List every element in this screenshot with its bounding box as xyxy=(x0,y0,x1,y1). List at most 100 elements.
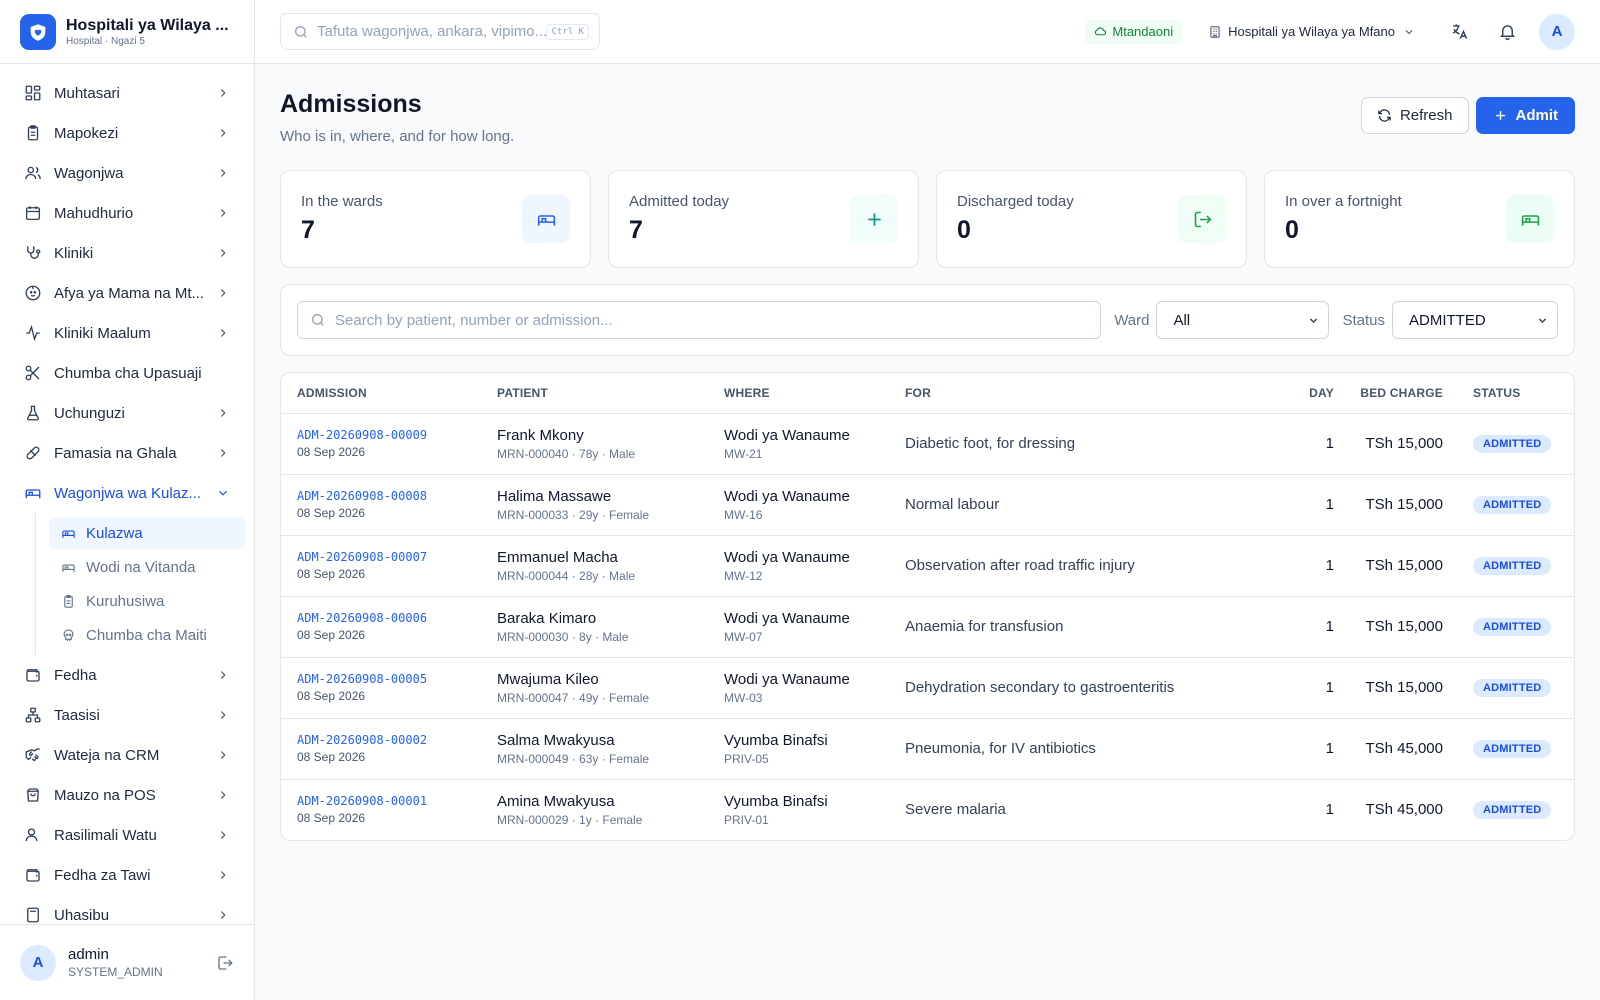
column-header-for[interactable]: FOR xyxy=(889,373,1274,414)
column-header-where[interactable]: WHERE xyxy=(708,373,889,414)
admission-number-link[interactable]: ADM-20260908-00007 xyxy=(297,550,481,564)
sidebar-item-kliniki-maalum[interactable]: Kliniki Maalum xyxy=(0,313,254,353)
sidebar-item-uchunguzi[interactable]: Uchunguzi xyxy=(0,393,254,433)
online-status-label: Mtandaoni xyxy=(1112,24,1174,39)
sidebar-item-wagonjwa[interactable]: Wagonjwa xyxy=(0,153,254,193)
chevron-right-icon xyxy=(220,751,226,759)
log-out-icon xyxy=(1178,195,1226,243)
flask-icon xyxy=(27,405,39,421)
status-badge: ADMITTED xyxy=(1473,740,1552,758)
status-badge: ADMITTED xyxy=(1473,435,1552,453)
sidebar-item-wagonjwa-wa-kulazwa[interactable]: Wagonjwa wa Kulaz... xyxy=(0,473,254,513)
admission-search-input[interactable] xyxy=(335,311,1089,329)
admission-reason: Pneumonia, for IV antibiotics xyxy=(889,718,1274,780)
table-row[interactable]: ADM-20260908-00001 08 Sep 2026 Amina Mwak… xyxy=(281,779,1574,840)
status-select-value: ADMITTED xyxy=(1409,311,1486,329)
bed-number: PRIV-05 xyxy=(724,751,769,766)
logout-icon[interactable] xyxy=(216,954,234,972)
ward-name: Wodi ya Wanaume xyxy=(724,670,850,688)
admission-reason: Observation after road traffic injury xyxy=(889,535,1274,597)
handshake-icon xyxy=(25,748,40,762)
global-search-input[interactable] xyxy=(317,23,547,40)
sidebar-item-muhtasari[interactable]: Muhtasari xyxy=(0,73,254,113)
sidebar-item-rasilimali-watu[interactable]: Rasilimali Watu xyxy=(0,815,254,855)
bed-icon xyxy=(62,529,75,538)
sidebar-item-label: Wagonjwa xyxy=(54,164,124,182)
sidebar-item-taasisi[interactable]: Taasisi xyxy=(0,695,254,735)
sidebar-item-label: Chumba cha Upasuaji xyxy=(54,364,202,382)
sidebar-item-fedha[interactable]: Fedha xyxy=(0,655,254,695)
ward-select[interactable]: All xyxy=(1156,301,1330,339)
admission-date: 08 Sep 2026 xyxy=(297,445,366,459)
sidebar-item-afya-ya-mama[interactable]: Afya ya Mama na Mt... xyxy=(0,273,254,313)
day-count: 1 xyxy=(1274,535,1334,597)
bed-charge: TSh 15,000 xyxy=(1334,413,1457,475)
sidebar-item-mahudhurio[interactable]: Mahudhurio xyxy=(0,193,254,233)
table-row[interactable]: ADM-20260908-00007 08 Sep 2026 Emmanuel M… xyxy=(281,535,1574,597)
global-search[interactable]: Ctrl K xyxy=(280,13,600,50)
table-row[interactable]: ADM-20260908-00009 08 Sep 2026 Frank Mkon… xyxy=(281,413,1574,475)
day-count: 1 xyxy=(1274,657,1334,719)
column-header-admission[interactable]: ADMISSION xyxy=(281,373,481,414)
sidebar-subitem-kuruhusiwa[interactable]: Kuruhusiwa xyxy=(49,585,245,617)
sidebar-item-mauzo-na-pos[interactable]: Mauzo na POS xyxy=(0,775,254,815)
ward-name: Wodi ya Wanaume xyxy=(724,609,850,627)
admission-number-link[interactable]: ADM-20260908-00008 xyxy=(297,489,481,503)
sidebar-subitem-chumba-cha-maiti[interactable]: Chumba cha Maiti xyxy=(49,619,245,651)
notifications-button[interactable] xyxy=(1489,14,1525,50)
column-header-day[interactable]: DAY xyxy=(1274,373,1334,414)
column-header-status[interactable]: STATUS xyxy=(1457,373,1574,414)
sidebar-nav: Muhtasari Mapokezi Wagonjwa Mahudhurio K… xyxy=(0,64,254,935)
calculator-icon xyxy=(27,907,39,923)
admission-number-link[interactable]: ADM-20260908-00006 xyxy=(297,611,481,625)
patient-meta: MRN-000049 · 63y · Female xyxy=(497,751,650,766)
column-header-patient[interactable]: PATIENT xyxy=(481,373,708,414)
sidebar-subitem-label: Kulazwa xyxy=(86,524,143,542)
chevron-right-icon xyxy=(220,169,226,177)
sidebar-item-kliniki[interactable]: Kliniki xyxy=(0,233,254,273)
sidebar-subitem-kulazwa[interactable]: Kulazwa xyxy=(49,517,245,549)
facility-switcher[interactable]: Hospitali ya Wilaya ya Mfano xyxy=(1208,24,1415,39)
day-count: 1 xyxy=(1274,718,1334,780)
column-header-bed-charge[interactable]: BED CHARGE xyxy=(1334,373,1457,414)
admission-number-link[interactable]: ADM-20260908-00001 xyxy=(297,794,481,808)
chevron-right-icon xyxy=(220,89,226,97)
brand-subtitle: Hospital · Ngazi 5 xyxy=(66,35,145,47)
sidebar-item-label: Famasia na Ghala xyxy=(54,444,177,462)
admissions-table-card: ADMISSION PATIENT WHERE FOR DAY BED CHAR… xyxy=(280,372,1575,841)
table-row[interactable]: ADM-20260908-00008 08 Sep 2026 Halima Mas… xyxy=(281,474,1574,536)
sidebar-item-label: Muhtasari xyxy=(54,84,120,102)
table-row[interactable]: ADM-20260908-00006 08 Sep 2026 Baraka Kim… xyxy=(281,596,1574,658)
sidebar-item-wateja-na-crm[interactable]: Wateja na CRM xyxy=(0,735,254,775)
brand[interactable]: Hospitali ya Wilaya ... Hospital · Ngazi… xyxy=(0,0,254,64)
filter-bar: Ward All Status ADMITTED xyxy=(280,284,1575,356)
account-avatar[interactable]: A xyxy=(1539,13,1575,50)
refresh-button[interactable]: Refresh xyxy=(1360,97,1469,134)
admission-search[interactable] xyxy=(297,301,1102,339)
status-select[interactable]: ADMITTED xyxy=(1392,301,1558,339)
sidebar-item-mapokezi[interactable]: Mapokezi xyxy=(0,113,254,153)
admission-number-link[interactable]: ADM-20260908-00009 xyxy=(297,428,481,442)
ward-name: Vyumba Binafsi xyxy=(724,792,828,810)
sidebar-item-chumba-cha-upasuaji[interactable]: Chumba cha Upasuaji xyxy=(0,353,254,393)
calendar-icon xyxy=(25,206,41,221)
sidebar-item-famasia-na-ghala[interactable]: Famasia na Ghala xyxy=(0,433,254,473)
language-button[interactable] xyxy=(1441,14,1477,50)
status-badge: ADMITTED xyxy=(1473,679,1552,697)
chevron-right-icon xyxy=(220,449,226,457)
sidebar-item-label: Mapokezi xyxy=(54,124,119,142)
user-avatar[interactable]: A xyxy=(20,944,56,981)
bed-icon xyxy=(25,489,41,499)
sidebar-subitem-wodi-na-vitanda[interactable]: Wodi na Vitanda xyxy=(49,551,245,583)
table-row[interactable]: ADM-20260908-00005 08 Sep 2026 Mwajuma Ki… xyxy=(281,657,1574,719)
admission-number-link[interactable]: ADM-20260908-00002 xyxy=(297,733,481,747)
admission-number-link[interactable]: ADM-20260908-00005 xyxy=(297,672,481,686)
patient-meta: MRN-000047 · 49y · Female xyxy=(497,690,650,705)
shortcut-hint: Ctrl K xyxy=(546,23,589,40)
bed-charge: TSh 45,000 xyxy=(1334,718,1457,780)
table-row[interactable]: ADM-20260908-00002 08 Sep 2026 Salma Mwak… xyxy=(281,718,1574,780)
chevron-down-icon xyxy=(1405,29,1413,34)
admit-button[interactable]: Admit xyxy=(1475,97,1575,134)
sidebar-item-fedha-za-tawi[interactable]: Fedha za Tawi xyxy=(0,855,254,895)
day-count: 1 xyxy=(1274,596,1334,658)
